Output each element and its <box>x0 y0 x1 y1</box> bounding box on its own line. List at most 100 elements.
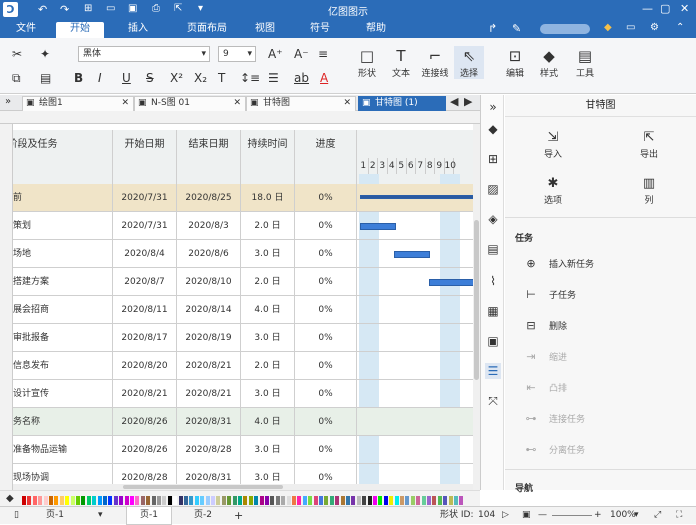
table-row[interactable]: 设计宣传 2020/8/21 2020/8/21 3.0 日 0% <box>13 380 473 408</box>
fill-icon[interactable]: ◆ <box>485 121 501 137</box>
task-action-2[interactable]: ⊟ 删除 <box>523 317 567 335</box>
color-swatch[interactable] <box>151 496 156 505</box>
color-swatch[interactable] <box>92 496 97 505</box>
color-swatch[interactable] <box>200 496 205 505</box>
column-header[interactable]: 进度 <box>295 130 357 184</box>
fullscreen-icon[interactable]: ⛶ <box>676 507 682 524</box>
vip-icon[interactable]: ◆ <box>604 22 612 33</box>
color-swatch[interactable] <box>308 496 313 505</box>
color-swatch[interactable] <box>189 496 194 505</box>
tabs-collapse-icon[interactable]: » <box>5 96 11 107</box>
color-swatch[interactable] <box>146 496 151 505</box>
zoom-level[interactable]: 100% <box>610 507 636 524</box>
shape-button[interactable]: □ 形状 <box>352 46 382 79</box>
menu-help[interactable]: 帮助 <box>358 22 394 38</box>
color-swatch[interactable] <box>43 496 48 505</box>
table-cell-task[interactable]: 前 <box>13 184 113 212</box>
table-cell-start[interactable]: 2020/8/26 <box>113 408 177 436</box>
color-swatch[interactable] <box>297 496 302 505</box>
table-cell-duration[interactable]: 2.0 日 <box>241 212 295 240</box>
settings-icon[interactable]: ▭ <box>626 22 635 33</box>
table-row[interactable]: 准备物品运输 2020/8/26 2020/8/28 3.0 日 0% <box>13 436 473 464</box>
color-palette[interactable]: ◆ <box>0 490 480 506</box>
color-swatch[interactable] <box>437 496 442 505</box>
select-button[interactable]: ⇖ 选择 <box>454 46 484 79</box>
color-swatch[interactable] <box>427 496 431 505</box>
color-swatch[interactable] <box>70 496 75 505</box>
color-swatch[interactable] <box>324 496 329 505</box>
task-action-6[interactable]: ⊷ 分离任务 <box>523 441 586 459</box>
color-swatch[interactable] <box>394 496 399 505</box>
color-swatch[interactable] <box>97 496 102 505</box>
table-cell-progress[interactable]: 0% <box>295 408 357 436</box>
gantt-task-bar[interactable] <box>429 279 473 286</box>
table-cell-start[interactable]: 2020/8/7 <box>113 268 177 296</box>
bullet-list-icon[interactable]: ☰ <box>268 70 279 86</box>
table-cell-task[interactable]: 策划 <box>13 212 113 240</box>
menu-file[interactable]: 文件 <box>6 22 46 38</box>
task-action-3[interactable]: ⇥ 缩进 <box>523 348 567 366</box>
line-spacing-icon[interactable]: ↕≡ <box>240 70 260 86</box>
tab-scroll-right-icon[interactable]: ▶ <box>464 95 472 108</box>
ribbon-collapse-icon[interactable]: ⌃ <box>676 22 684 33</box>
color-swatch[interactable] <box>410 496 415 505</box>
table-cell-task[interactable]: 准备物品运输 <box>13 436 113 464</box>
font-size-select[interactable]: 9 ▾ <box>218 46 256 62</box>
color-swatch[interactable] <box>22 496 26 505</box>
color-swatch[interactable] <box>27 496 32 505</box>
share-icon[interactable]: ↱ <box>488 22 497 35</box>
color-swatch[interactable] <box>205 496 210 505</box>
table-cell-start[interactable]: 2020/8/11 <box>113 296 177 324</box>
menu-home[interactable]: 开始 <box>56 22 104 38</box>
notification-icon[interactable]: ⚙ <box>650 22 659 33</box>
table-cell-progress[interactable]: 0% <box>295 436 357 464</box>
color-swatch[interactable] <box>443 496 448 505</box>
table-cell-progress[interactable]: 0% <box>295 296 357 324</box>
underline-icon[interactable]: U <box>122 70 131 86</box>
color-swatch[interactable] <box>275 496 280 505</box>
table-cell-task[interactable]: 展会招商 <box>13 296 113 324</box>
table-cell-progress[interactable]: 0% <box>295 240 357 268</box>
color-swatch[interactable] <box>140 496 145 505</box>
close-tab-icon[interactable]: ✕ <box>343 97 351 110</box>
color-swatch[interactable] <box>76 496 80 505</box>
color-swatch[interactable] <box>335 496 340 505</box>
color-swatch[interactable] <box>135 496 140 505</box>
table-cell-end[interactable]: 2020/8/10 <box>177 268 241 296</box>
table-cell-task[interactable]: 审批报备 <box>13 324 113 352</box>
table-icon[interactable]: ▦ <box>485 303 501 319</box>
color-swatch[interactable] <box>173 496 178 505</box>
subscript-icon[interactable]: X₂ <box>194 70 207 86</box>
color-swatch[interactable] <box>416 496 421 505</box>
color-swatch[interactable] <box>130 496 134 505</box>
decrease-font-icon[interactable]: A⁻ <box>294 46 309 62</box>
table-cell-end[interactable]: 2020/8/19 <box>177 324 241 352</box>
table-row[interactable]: 搭建方案 2020/8/7 2020/8/10 2.0 日 0% <box>13 268 473 296</box>
page-tab-1[interactable]: 页-1 <box>126 507 172 525</box>
table-cell-duration[interactable]: 3.0 日 <box>241 240 295 268</box>
task-action-0[interactable]: ⊕ 插入新任务 <box>523 255 594 273</box>
zoom-slider[interactable] <box>552 515 592 516</box>
table-cell-duration[interactable]: 2.0 日 <box>241 352 295 380</box>
color-swatch[interactable] <box>38 496 43 505</box>
table-row[interactable]: 务名称 2020/8/26 2020/8/31 4.0 日 0% <box>13 408 473 436</box>
color-swatch[interactable] <box>254 496 259 505</box>
play-icon[interactable]: ▷ <box>502 507 509 524</box>
color-swatch[interactable] <box>459 496 464 505</box>
page-select-arrow-icon[interactable]: ▾ <box>98 507 103 524</box>
page-icon[interactable]: ▤ <box>485 241 501 257</box>
column-header[interactable]: 持续时间 <box>241 130 295 184</box>
color-swatch[interactable] <box>389 496 394 505</box>
cut-icon[interactable]: ✂ <box>12 46 22 62</box>
tab-ns-chart[interactable]: ▣ N-S图 01 ✕ <box>134 96 246 111</box>
tab-scroll-left-icon[interactable]: ◀ <box>450 95 458 108</box>
superscript-icon[interactable]: X² <box>170 70 183 86</box>
color-swatch[interactable] <box>124 496 129 505</box>
maximize-icon[interactable]: ▢ <box>660 2 670 15</box>
color-swatch[interactable] <box>319 496 323 505</box>
table-cell-start[interactable]: 2020/8/17 <box>113 324 177 352</box>
table-cell-duration[interactable]: 3.0 日 <box>241 324 295 352</box>
menu-insert[interactable]: 插入 <box>114 22 162 38</box>
menu-view[interactable]: 视图 <box>247 22 283 38</box>
color-swatch[interactable] <box>421 496 426 505</box>
